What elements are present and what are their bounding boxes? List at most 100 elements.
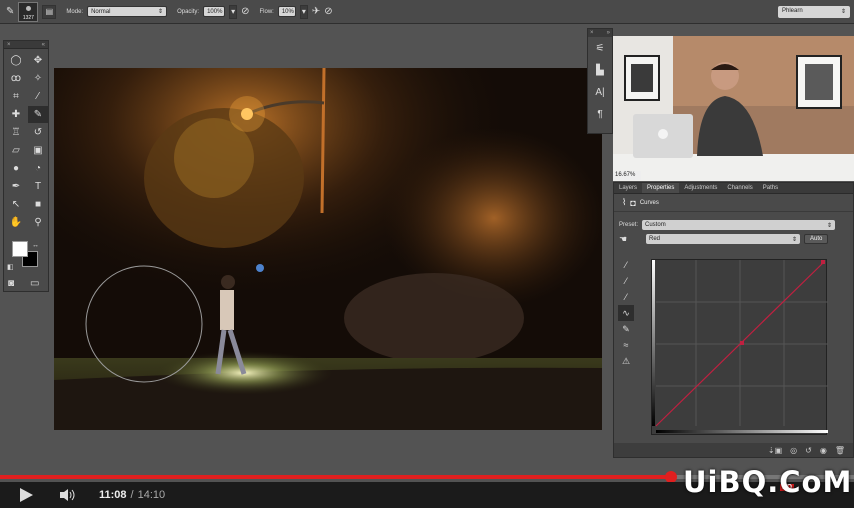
preset-select[interactable]: Custom ⇕ — [642, 220, 836, 230]
tab-adjustments[interactable]: Adjustments — [679, 183, 722, 193]
opacity-field[interactable]: 100% — [203, 6, 226, 17]
swap-colors-icon[interactable]: ↔ — [32, 237, 39, 254]
layer-mask-icon[interactable]: ◘ — [630, 198, 635, 208]
healing-brush-icon[interactable]: ✚ — [6, 106, 26, 123]
tab-layers[interactable]: Layers — [614, 183, 642, 193]
character-panel-icon[interactable]: A| — [588, 81, 612, 103]
curve-points-icon[interactable]: ∿ — [618, 305, 634, 321]
move-tool-icon[interactable]: ✥ — [28, 52, 48, 69]
clip-to-layer-icon[interactable]: ⇣▣ — [768, 446, 782, 455]
tools-panel: × « ◯ ✥ ꝏ ✧ ⌗ ⁄ ✚ ✎ ♖ ↺ ▱ ▣ ● ◔ ✒ T ↖ ■ ✋… — [3, 40, 49, 292]
flow-slider-toggle-icon[interactable]: ▾ — [299, 4, 308, 19]
collapsed-panels-dock: ×» ⚟ ▙ A| ¶ — [587, 28, 613, 134]
eyedropper-icon[interactable]: ⁄ — [28, 88, 48, 105]
target-adjust-icon[interactable]: ☚ — [619, 234, 639, 245]
brush-tool-preset-icon[interactable]: ✎ — [6, 3, 14, 20]
brush-preset-picker[interactable]: 1327 — [18, 1, 39, 22]
curves-graph[interactable] — [651, 259, 828, 435]
chevron-down-icon: ⇕ — [158, 9, 164, 15]
elliptical-marquee-icon[interactable]: ◯ — [6, 52, 26, 69]
foreground-color-swatch[interactable] — [12, 241, 28, 257]
tab-channels[interactable]: Channels — [722, 183, 757, 193]
channel-select[interactable]: Red ⇕ — [646, 234, 800, 244]
volume-icon[interactable] — [59, 488, 77, 502]
lasso-icon[interactable]: ꝏ — [6, 70, 26, 87]
rectangle-tool-icon[interactable]: ■ — [28, 196, 48, 213]
blur-icon[interactable]: ● — [6, 160, 26, 177]
visibility-icon[interactable]: ◉ — [820, 446, 827, 455]
pressure-size-icon[interactable]: ⊘ — [324, 3, 332, 20]
black-point-eyedropper-icon[interactable]: ⁄ — [618, 257, 634, 273]
close-icon[interactable]: × — [7, 41, 11, 48]
mode-select-value: Normal — [91, 8, 111, 15]
smooth-curve-icon[interactable]: ≈ — [618, 337, 634, 353]
preset-row: Preset: Custom ⇕ — [614, 218, 853, 232]
crop-icon[interactable]: ⌗ — [6, 88, 26, 105]
flow-field[interactable]: 10% — [277, 6, 296, 17]
pressure-opacity-icon[interactable]: ⊘ — [241, 3, 249, 20]
history-brush-icon[interactable]: ↺ — [28, 124, 48, 141]
zoom-level-field[interactable]: 16.67% — [613, 171, 641, 180]
presenter-video-overlay — [613, 36, 854, 181]
curve-tools: ⁄ ⁄ ⁄ ∿ ✎ ≈ ⚠ — [618, 257, 634, 369]
curve-end-point[interactable] — [821, 260, 825, 264]
opacity-slider-toggle-icon[interactable]: ▾ — [229, 4, 238, 19]
screen-mode-icon[interactable]: ▭ — [30, 275, 39, 292]
clipping-warning-icon[interactable]: ⚠ — [618, 353, 634, 369]
channel-value: Red — [649, 236, 661, 242]
tools-panel-header[interactable]: × « — [4, 41, 48, 49]
magic-wand-icon[interactable]: ✧ — [28, 70, 48, 87]
night-street-photo — [54, 68, 602, 430]
trash-icon[interactable]: 🗑 — [835, 446, 845, 455]
panel-tabs: Layers Properties Adjustments Channels P… — [614, 183, 853, 194]
curves-plot — [652, 260, 828, 433]
tab-properties[interactable]: Properties — [642, 183, 680, 193]
white-point-eyedropper-icon[interactable]: ⁄ — [618, 289, 634, 305]
histogram-panel-icon[interactable]: ▙ — [588, 59, 612, 81]
brush-panel-toggle-icon[interactable]: ▤ — [42, 4, 57, 19]
eraser-icon[interactable]: ▱ — [6, 142, 26, 159]
quick-mask-icon[interactable]: ◙ — [8, 275, 14, 292]
gray-point-eyedropper-icon[interactable]: ⁄ — [618, 273, 634, 289]
expand-icon[interactable]: » — [607, 29, 610, 37]
collapse-icon[interactable]: « — [42, 41, 45, 48]
reset-icon[interactable]: ↺ — [805, 446, 812, 455]
mode-select[interactable]: Normal ⇕ — [87, 6, 168, 17]
mode-label: Mode: — [66, 8, 84, 15]
default-colors-icon[interactable]: ◧ — [7, 258, 14, 275]
play-icon[interactable] — [20, 488, 33, 502]
dock-header[interactable]: ×» — [588, 29, 612, 37]
hand-tool-icon[interactable]: ✋ — [6, 214, 26, 231]
options-bar: ✎ 1327 ▤ Mode: Normal ⇕ Opacity: 100% ▾ ⊘… — [0, 0, 854, 24]
type-tool-icon[interactable]: T — [28, 178, 48, 195]
view-previous-state-icon[interactable]: ◎ — [790, 446, 797, 455]
curve-control-point[interactable] — [740, 341, 744, 345]
adjustments-panel-icon[interactable]: ⚟ — [588, 37, 612, 59]
properties-panel: Layers Properties Adjustments Channels P… — [613, 182, 854, 458]
paragraph-panel-icon[interactable]: ¶ — [588, 103, 612, 125]
dodge-icon[interactable]: ◔ — [28, 160, 48, 177]
properties-footer: ⇣▣ ◎ ↺ ◉ 🗑 — [614, 443, 853, 457]
progress-fill — [0, 475, 672, 479]
chevron-down-icon: ⇕ — [840, 9, 846, 15]
path-selection-icon[interactable]: ↖ — [6, 196, 26, 213]
video-duration: 14:10 — [137, 489, 166, 501]
workspace-select[interactable]: Phlearn ⇕ — [778, 6, 850, 18]
pencil-draw-icon[interactable]: ✎ — [618, 321, 634, 337]
curves-adjustment-icon: ⌇ — [622, 197, 627, 207]
pen-icon[interactable]: ✒ — [6, 178, 26, 195]
document-canvas[interactable] — [54, 68, 602, 430]
preset-value: Custom — [645, 222, 666, 228]
auto-button[interactable]: Auto — [804, 234, 829, 244]
brush-tool-icon[interactable]: ✎ — [28, 106, 48, 123]
app-window: ✎ 1327 ▤ Mode: Normal ⇕ Opacity: 100% ▾ ⊘… — [0, 0, 854, 508]
close-icon[interactable]: × — [590, 29, 594, 37]
presenter-scene — [613, 36, 854, 181]
tab-paths[interactable]: Paths — [758, 183, 783, 193]
clone-stamp-icon[interactable]: ♖ — [6, 124, 26, 141]
zoom-tool-icon[interactable]: ⚲ — [28, 214, 48, 231]
flow-label: Flow: — [259, 8, 274, 15]
gradient-icon[interactable]: ▣ — [28, 142, 48, 159]
airbrush-icon[interactable]: ✈ — [312, 3, 320, 20]
current-time: 11:08 — [99, 489, 127, 501]
